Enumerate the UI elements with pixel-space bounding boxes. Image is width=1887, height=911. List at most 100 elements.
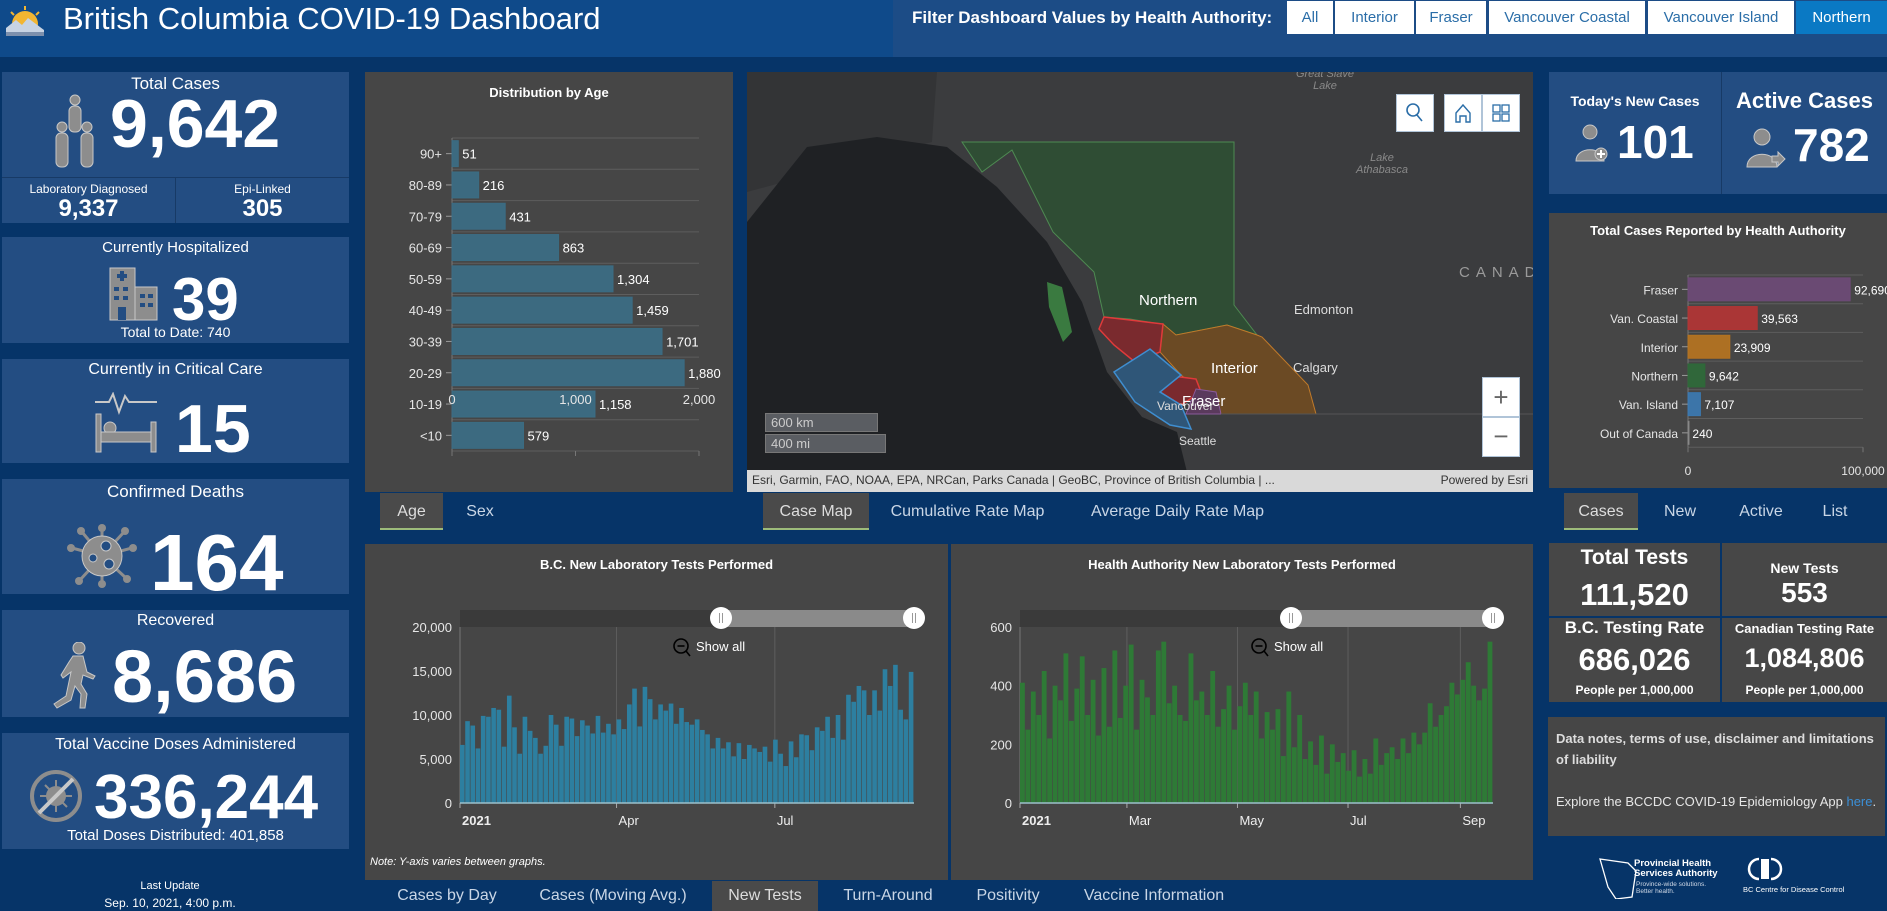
bar xyxy=(621,729,627,803)
map-basemap-button[interactable] xyxy=(1482,94,1520,132)
tab-cases-moving-avg[interactable]: Cases (Moving Avg.) xyxy=(534,881,692,911)
zoom-out-button[interactable]: − xyxy=(1482,417,1520,457)
zoom-out-handle xyxy=(1263,650,1269,657)
range-slider-handle[interactable] xyxy=(1482,607,1504,629)
bar xyxy=(465,721,470,803)
notes-panel: Data notes, terms of use, disclaimer and… xyxy=(1548,717,1885,836)
bar xyxy=(1449,682,1455,803)
bar xyxy=(501,746,507,803)
filter-interior-button[interactable]: Interior xyxy=(1335,1,1414,34)
epi-linked-label: Epi-Linked xyxy=(234,182,291,196)
bar xyxy=(877,710,883,803)
x-tick-label: 0 xyxy=(1685,464,1692,478)
bc-tests-chart[interactable]: 2021 Apr Jul 0 5,000 10,000 15,000 20,000 Show a… xyxy=(365,544,948,880)
filter-vancouver-coastal-button[interactable]: Vancouver Coastal xyxy=(1489,1,1645,34)
canadian-testing-rate-value: 1,084,806 xyxy=(1744,643,1865,673)
filter-all-button[interactable]: All xyxy=(1287,1,1333,34)
range-slider-handle[interactable] xyxy=(710,607,732,629)
range-slider-handle[interactable] xyxy=(1280,607,1302,629)
bar xyxy=(726,742,731,803)
epi-app-link[interactable]: here xyxy=(1846,794,1872,809)
bar xyxy=(543,745,549,803)
x-tick-label: 1,000 xyxy=(559,392,592,407)
data-notes-link[interactable]: Data notes, terms of use, disclaimer and… xyxy=(1556,728,1877,770)
bar xyxy=(903,719,909,803)
people-icon xyxy=(55,94,94,168)
bar xyxy=(752,748,757,803)
filter-vancouver-island-button[interactable]: Vancouver Island xyxy=(1648,1,1794,34)
hospital-icon xyxy=(109,267,158,321)
bar xyxy=(595,715,601,803)
powered-by-esri[interactable]: Powered by Esri xyxy=(1441,473,1528,487)
bar xyxy=(804,735,810,803)
bar xyxy=(1117,717,1123,803)
bar xyxy=(1128,644,1134,803)
y-tick-label: 0 xyxy=(1005,796,1012,811)
bar xyxy=(809,750,815,803)
tab-cumulative-rate-map[interactable]: Cumulative Rate Map xyxy=(885,493,1050,530)
y-tick-label: 600 xyxy=(990,620,1012,635)
category-label: 80-89 xyxy=(409,178,442,193)
tab-sex[interactable]: Sex xyxy=(455,493,505,530)
bar xyxy=(1221,709,1226,803)
tab-average-daily-rate-map[interactable]: Average Daily Rate Map xyxy=(1085,493,1270,530)
map-label-interior: Interior xyxy=(1211,360,1258,377)
bc-testing-rate-label: B.C. Testing Rate xyxy=(1564,618,1705,637)
filter-fraser-button[interactable]: Fraser xyxy=(1416,1,1486,34)
map-label-great-slave: Great Slave Lake xyxy=(1295,72,1355,92)
data-label: 1,880 xyxy=(688,366,721,381)
category-label: Northern xyxy=(1631,369,1678,383)
map-search-button[interactable] xyxy=(1396,94,1434,132)
x-tick-label: 0 xyxy=(448,392,455,407)
critical-care-card: Currently in Critical Care 15 xyxy=(2,359,349,463)
bar xyxy=(1400,738,1406,803)
bar xyxy=(668,703,674,803)
bar xyxy=(1433,726,1439,803)
vaccine-doses-card: Total Vaccine Doses Administered 336,244… xyxy=(2,733,349,849)
bar xyxy=(1406,753,1411,803)
tab-new[interactable]: New xyxy=(1655,493,1705,530)
vaccine-doses-value: 336,244 xyxy=(94,763,319,832)
bar xyxy=(600,732,606,803)
map-label-fraser: Fraser xyxy=(1182,393,1226,410)
bc-testing-rate-cell: B.C. Testing Rate 686,026 People per 1,0… xyxy=(1549,618,1720,702)
bar xyxy=(585,725,590,803)
bar xyxy=(1074,688,1080,803)
range-slider-selection xyxy=(1291,610,1493,627)
tab-positivity[interactable]: Positivity xyxy=(972,881,1044,911)
tab-cases[interactable]: Cases xyxy=(1564,493,1638,530)
total-tests-cell: Total Tests 111,520 xyxy=(1549,543,1720,616)
bar xyxy=(1232,729,1237,803)
tab-age[interactable]: Age xyxy=(380,493,443,530)
no-virus-icon xyxy=(30,770,82,822)
bar xyxy=(814,727,820,803)
bar xyxy=(1172,685,1178,803)
ha-tests-chart[interactable]: 2021 Mar May Jul Sep 0 200 400 600 Show all xyxy=(951,544,1533,880)
total-cases-value: 9,642 xyxy=(110,86,281,162)
category-label: Van. Coastal xyxy=(1610,312,1678,326)
x-tick-label: Sep xyxy=(1462,813,1485,828)
filter-northern-button[interactable]: Northern xyxy=(1796,1,1887,34)
bar xyxy=(1025,729,1031,803)
walking-person-icon xyxy=(53,642,96,709)
bar xyxy=(1052,685,1058,803)
tab-new-tests[interactable]: New Tests xyxy=(712,881,818,911)
bar xyxy=(548,715,554,803)
show-all-label: Show all xyxy=(696,639,745,654)
tab-case-map[interactable]: Case Map xyxy=(763,493,869,530)
tab-turn-around[interactable]: Turn-Around xyxy=(838,881,938,911)
show-all-button[interactable]: Show all xyxy=(1251,638,1323,657)
tab-cases-by-day[interactable]: Cases by Day xyxy=(397,881,497,911)
bar xyxy=(1237,706,1243,803)
tab-vaccine-information[interactable]: Vaccine Information xyxy=(1078,881,1230,911)
map-home-button[interactable] xyxy=(1444,94,1482,132)
tab-active[interactable]: Active xyxy=(1728,493,1794,530)
bar xyxy=(538,753,543,803)
range-slider-handle[interactable] xyxy=(903,607,925,629)
bar xyxy=(496,709,502,803)
tab-list[interactable]: List xyxy=(1810,493,1860,530)
zoom-in-button[interactable]: + xyxy=(1482,377,1520,417)
show-all-button[interactable]: Show all xyxy=(673,638,745,657)
critical-care-value: 15 xyxy=(175,391,251,467)
case-map[interactable]: Great Slave Lake Lake Athabasca Northern… xyxy=(747,72,1533,492)
